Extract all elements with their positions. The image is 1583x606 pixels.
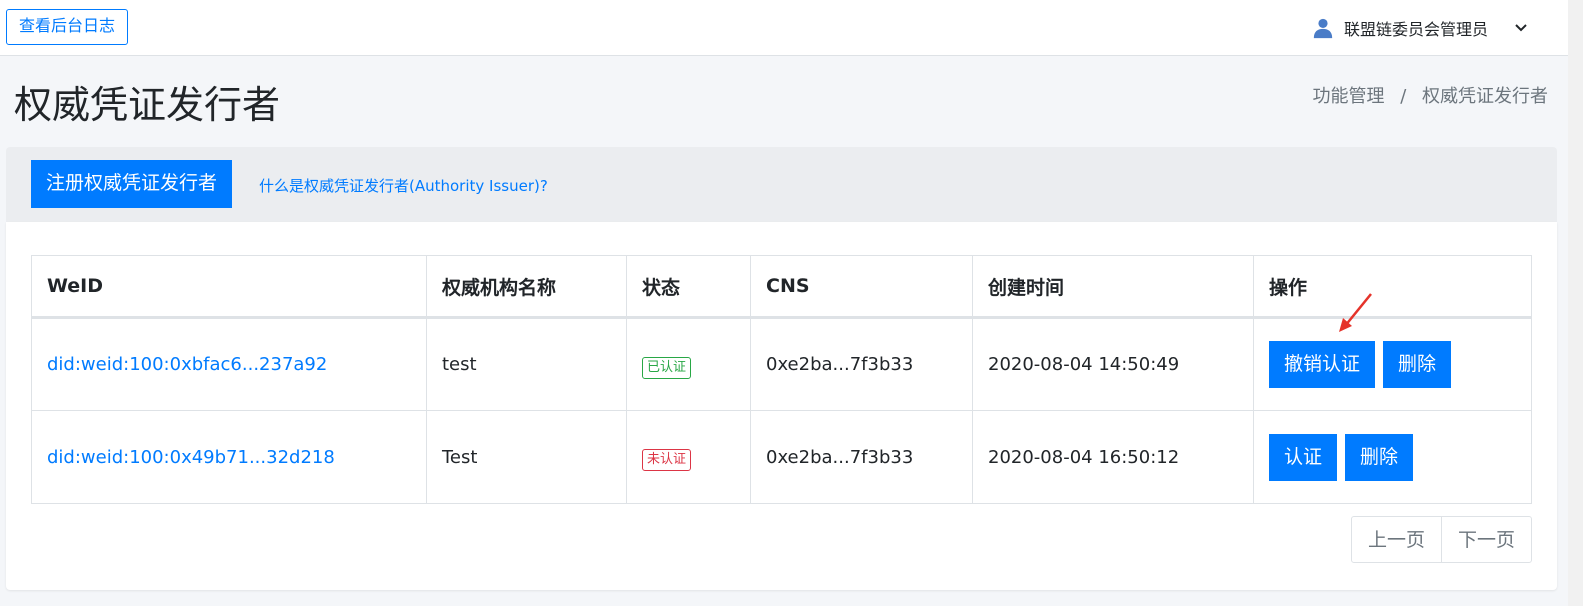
status-cell: 未认证 — [626, 410, 751, 504]
weid-link[interactable]: did:weid:100:0x49b71...32d218 — [47, 447, 335, 468]
chevron-down-icon[interactable] — [1514, 21, 1528, 35]
delete-button[interactable]: 删除 — [1345, 433, 1414, 481]
breadcrumb-item-current: 权威凭证发行者 — [1422, 86, 1548, 107]
actions-cell: 认证 删除 — [1253, 410, 1532, 504]
user-name: 联盟链委员会管理员 — [1343, 20, 1488, 39]
user-menu[interactable]: 联盟链委员会管理员 — [1312, 16, 1528, 40]
cns-cell: 0xe2ba...7f3b33 — [750, 317, 973, 411]
action-bar: 注册权威凭证发行者 什么是权威凭证发行者(Authority Issuer)? — [6, 147, 1557, 222]
delete-button[interactable]: 删除 — [1383, 341, 1452, 388]
pagination: 上一页 下一页 — [1350, 516, 1532, 563]
table-row: did:weid:100:0x49b71...32d218 Test 未认证 0… — [31, 410, 1532, 504]
page-title: 权威凭证发行者 — [14, 83, 281, 127]
issuer-table: WeID 权威机构名称 状态 CNS 创建时间 操作 did:weid:100:… — [31, 255, 1532, 504]
created-cell: 2020-08-04 16:50:12 — [972, 410, 1254, 504]
next-page-button[interactable]: 下一页 — [1440, 517, 1531, 562]
weid-cell: did:weid:100:0xbfac6...237a92 — [31, 317, 427, 411]
header-weid: WeID — [31, 255, 427, 319]
help-link[interactable]: 什么是权威凭证发行者(Authority Issuer)? — [259, 175, 548, 196]
header-created: 创建时间 — [972, 255, 1254, 319]
status-badge: 未认证 — [642, 449, 692, 471]
table-row: did:weid:100:0xbfac6...237a92 test 已认证 0… — [31, 317, 1532, 411]
revoke-verification-button[interactable]: 撤销认证 — [1269, 341, 1376, 388]
red-arrow-annotation — [1339, 293, 1372, 332]
view-logs-button[interactable]: 查看后台日志 — [6, 9, 129, 45]
org-name-cell: test — [426, 317, 627, 411]
status-badge: 已认证 — [642, 356, 692, 379]
breadcrumb-item-function-management[interactable]: 功能管理 — [1312, 86, 1384, 107]
issuer-table-card: WeID 权威机构名称 状态 CNS 创建时间 操作 did:weid:100:… — [6, 222, 1557, 590]
verify-button[interactable]: 认证 — [1269, 433, 1338, 481]
top-bar: 查看后台日志 联盟链委员会管理员 — [0, 0, 1568, 56]
header-org-name: 权威机构名称 — [426, 255, 627, 319]
table-header-row: WeID 权威机构名称 状态 CNS 创建时间 操作 — [31, 255, 1532, 319]
created-cell: 2020-08-04 14:50:49 — [972, 317, 1254, 411]
weid-link[interactable]: did:weid:100:0xbfac6...237a92 — [47, 354, 327, 375]
breadcrumb: 功能管理 / 权威凭证发行者 — [1312, 82, 1548, 108]
actions-cell: 撤销认证 删除 — [1253, 317, 1532, 411]
header-status: 状态 — [626, 255, 751, 319]
cns-cell: 0xe2ba...7f3b33 — [750, 410, 973, 504]
header-cns: CNS — [750, 255, 973, 319]
org-name-cell: Test — [426, 410, 627, 504]
header-actions: 操作 — [1253, 255, 1532, 319]
weid-cell: did:weid:100:0x49b71...32d218 — [31, 410, 427, 504]
prev-page-button[interactable]: 上一页 — [1352, 517, 1441, 562]
breadcrumb-separator: / — [1400, 86, 1407, 107]
status-cell: 已认证 — [626, 317, 751, 411]
register-issuer-button[interactable]: 注册权威凭证发行者 — [31, 160, 233, 208]
scrollbar-track[interactable] — [1568, 0, 1583, 606]
user-icon — [1313, 18, 1333, 39]
